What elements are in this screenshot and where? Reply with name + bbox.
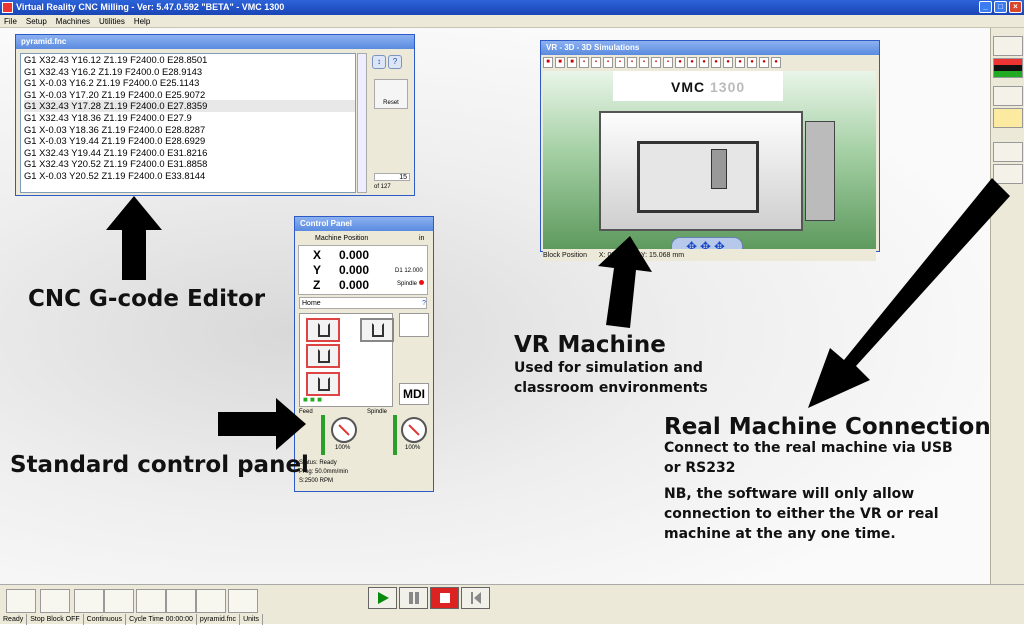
arrow-to-real-machine-icon: [808, 178, 1010, 408]
status-cycle-time: Cycle Time 00:00:00: [126, 614, 197, 625]
caption-editor: CNC G-code Editor: [28, 286, 266, 312]
play-icon: [377, 592, 389, 604]
status-ready: Ready: [0, 614, 28, 625]
pause-button[interactable]: [399, 587, 428, 609]
pause-icon: [408, 592, 419, 604]
step-icon: [470, 592, 481, 604]
disabled-tool-icon[interactable]: [228, 589, 258, 613]
caption-control-panel: Standard control panel: [10, 452, 309, 478]
caption-vr-desc: Used for simulation and classroom enviro…: [514, 360, 708, 396]
stop-button[interactable]: [430, 587, 459, 609]
caption-real-title: Real Machine Connection: [664, 414, 991, 440]
help-icon[interactable]: [6, 589, 36, 613]
caption-real-note: NB, the software will only allow connect…: [664, 486, 939, 542]
optional-stop-icon[interactable]: [104, 589, 134, 613]
status-bar: Ready Stop Block OFF Continuous Cycle Ti…: [0, 614, 1024, 625]
arrow-to-control-icon: [218, 398, 306, 450]
settings-dial-icon[interactable]: [196, 589, 226, 613]
caption-real-desc: Connect to the real machine via USB or R…: [664, 440, 953, 476]
arrow-to-vr-icon: [598, 236, 652, 328]
caption-vr-title: VR Machine: [514, 332, 666, 358]
status-file: pyramid.fnc: [197, 614, 241, 625]
arrow-to-editor-icon: [106, 196, 162, 280]
search-icon[interactable]: [166, 589, 196, 613]
tool-change-icon[interactable]: [40, 589, 70, 613]
status-units: Units: [240, 614, 264, 625]
step-button[interactable]: [461, 587, 490, 609]
run-controls: [368, 587, 490, 609]
stop-icon: [439, 593, 450, 603]
block-delete-icon[interactable]: [136, 589, 166, 613]
status-mode: Continuous: [84, 614, 127, 625]
play-button[interactable]: [368, 587, 397, 609]
bottom-toolbar: Ready Stop Block OFF Continuous Cycle Ti…: [0, 584, 1024, 625]
n-word-icon[interactable]: [74, 589, 104, 613]
status-stop-block: Stop Block OFF: [27, 614, 84, 625]
